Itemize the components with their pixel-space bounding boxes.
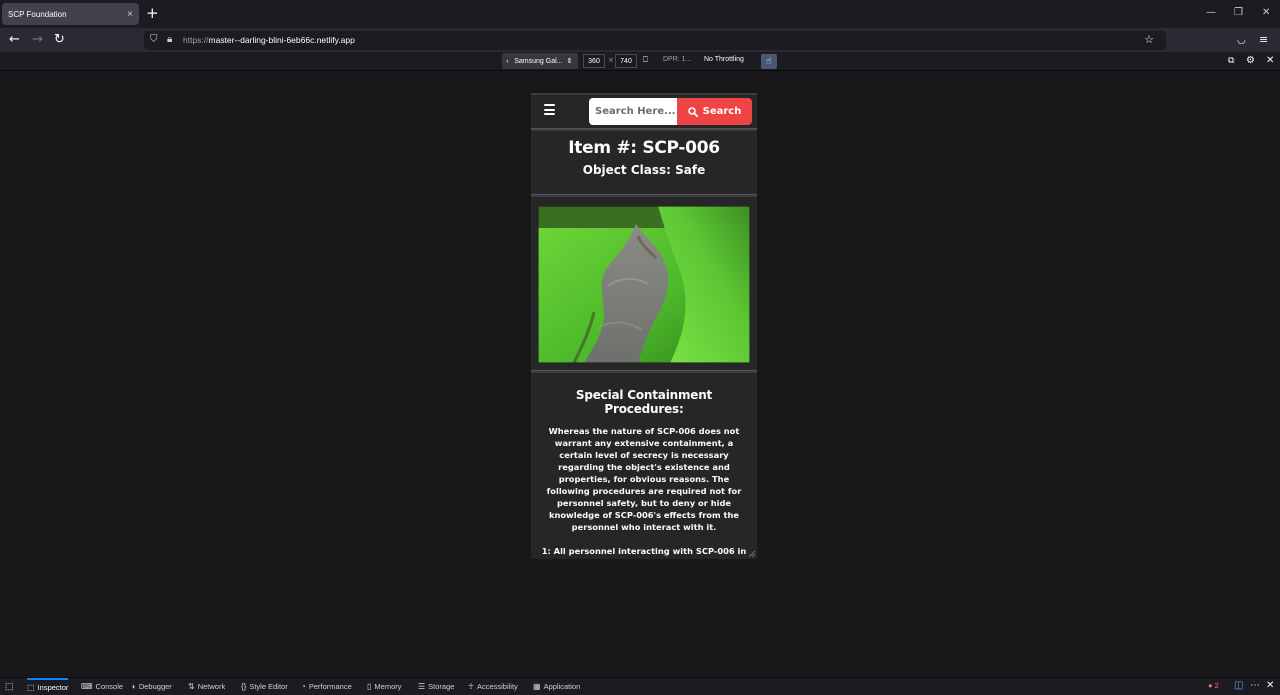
back-icon[interactable]: ← <box>9 32 20 48</box>
touch-icon: ☝ <box>766 56 772 67</box>
viewport-area: Search Item #: SCP-006 Object Class: Saf… <box>0 71 1280 677</box>
devtools-tab-console[interactable]: ⌨ Console <box>81 678 123 695</box>
lock-icon[interactable]: 🔒︎ <box>167 34 172 45</box>
devtools-toolbar: ⬚ ⬚ Inspector ⌨ Console ◖ Debugger ⇅ Network{} S… <box>0 677 1280 695</box>
responsive-design-toolbar: ◐ Samsung Gal... ⇕ 360 × 740 ⎕ DPR: 1...… <box>0 52 1280 71</box>
search-icon <box>687 106 698 117</box>
dpr-selector[interactable]: DPR: 1... <box>663 56 691 63</box>
scp-006-photo <box>538 206 750 363</box>
devtools-tab-label: Debugger <box>138 682 172 691</box>
close-devtools-icon[interactable]: ✕ <box>1266 680 1274 691</box>
restore-icon[interactable]: ❐ <box>1234 7 1243 18</box>
devtools-tab-label: Application <box>543 682 581 691</box>
chevron-updown-icon: ⇕ <box>566 58 573 65</box>
bookmark-star-icon[interactable]: ☆ <box>1144 33 1154 46</box>
devtools-tab-accessibility[interactable]: ☥ Accessibility <box>468 678 518 695</box>
close-window-icon[interactable]: ✕ <box>1262 7 1270 18</box>
application-icon: ▦ <box>533 682 541 691</box>
search-input[interactable] <box>589 98 678 125</box>
search-button-label: Search <box>702 106 742 117</box>
more-options-icon[interactable]: ⋯ <box>1250 680 1260 691</box>
screenshot-icon[interactable]: ⧉ <box>1228 56 1234 66</box>
viewport-height-input[interactable]: 740 <box>615 54 637 68</box>
dimension-separator: × <box>608 56 614 64</box>
title-divider <box>531 194 757 197</box>
touch-simulation-button[interactable]: ☝ <box>761 54 777 69</box>
hamburger-menu-icon[interactable] <box>544 104 555 118</box>
object-class: Object Class: Safe <box>582 163 706 177</box>
devtools-tab-label: Console <box>95 682 124 691</box>
devtools-tab-network[interactable]: ⇅ Network <box>188 678 225 695</box>
device-selector[interactable]: ◐ Samsung Gal... ⇕ <box>502 53 578 69</box>
devtools-tab-memory[interactable]: ▯ Memory <box>367 678 402 695</box>
browser-tab[interactable]: SCP Foundation × <box>2 3 139 25</box>
close-tab-icon[interactable]: × <box>127 9 133 20</box>
tracking-shield-icon[interactable]: ⛉ <box>150 34 158 45</box>
throttling-selector[interactable]: No Throttling <box>704 56 744 63</box>
devtools-tab-style-editor[interactable]: {} Style Editor <box>241 678 288 695</box>
accessibility-icon: ☥ <box>468 682 474 691</box>
element-picker-icon[interactable]: ⬚ <box>5 681 14 692</box>
dock-icon[interactable]: ◫ <box>1234 680 1243 691</box>
performance-icon: ◔ <box>301 682 306 691</box>
procedures-paragraph-2: 1: All personnel interacting with SCP-00… <box>541 546 747 559</box>
devtools-tab-inspector[interactable]: ⬚ Inspector <box>27 678 69 695</box>
item-title: Item #: SCP-006 <box>568 138 720 158</box>
url-bar[interactable]: ⛉ 🔒︎ https://master--darling-blini-6eb66… <box>144 31 1166 50</box>
inspector-icon: ⬚ <box>27 683 35 692</box>
site-header: Search <box>531 95 757 129</box>
procedures-paragraph-1: Whereas the nature of SCP-006 does not w… <box>546 426 742 532</box>
forward-icon[interactable]: → <box>32 32 43 48</box>
image-divider <box>531 370 757 373</box>
device-viewport: Search Item #: SCP-006 Object Class: Saf… <box>531 93 757 559</box>
error-count: 2 <box>1214 681 1219 690</box>
device-icon: ◐ <box>506 57 511 65</box>
url-scheme: https:// <box>183 35 209 45</box>
item-heading: Item #: SCP-006 Object Class: Safe <box>531 131 757 193</box>
devtools-tab-label: Inspector <box>37 683 69 692</box>
stream-image <box>538 206 750 363</box>
style-editor-icon: {} <box>241 682 247 691</box>
search-button[interactable]: Search <box>677 98 752 125</box>
devtools-tab-storage[interactable]: ☰ Storage <box>418 678 454 695</box>
minimize-icon[interactable]: — <box>1206 7 1216 18</box>
close-rdm-icon[interactable]: ✕ <box>1266 55 1274 66</box>
error-count-badge[interactable]: ● 2 <box>1208 681 1219 690</box>
devtools-tab-label: Storage <box>428 682 455 691</box>
devtools-tab-application[interactable]: ▦ Application <box>533 678 580 695</box>
devtools-tab-label: Network <box>197 682 226 691</box>
url-host: master--darling-blini-6eb66c.netlify.app <box>208 35 355 45</box>
devtools-tab-label: Accessibility <box>476 682 518 691</box>
devtools-tab-label: Memory <box>374 682 402 691</box>
storage-icon: ☰ <box>418 682 426 691</box>
network-icon: ⇅ <box>188 682 195 691</box>
procedures-heading: Special Containment Procedures: <box>575 388 713 416</box>
tab-strip: SCP Foundation × + — ❐ ✕ <box>0 0 1280 28</box>
url-text[interactable]: https://master--darling-blini-6eb66c.net… <box>183 35 355 45</box>
menu-icon[interactable]: ≡ <box>1259 32 1268 48</box>
device-name: Samsung Gal... <box>514 57 563 65</box>
devtools-tab-label: Style Editor <box>249 682 288 691</box>
tab-title: SCP Foundation <box>8 9 67 19</box>
devtools-tab-label: Performance <box>308 682 352 691</box>
viewport-width-input[interactable]: 360 <box>583 54 605 68</box>
navigation-toolbar: ← → ↻ ⛉ 🔒︎ https://master--darling-blini… <box>0 28 1280 52</box>
console-icon: ⌨ <box>81 682 93 691</box>
containment-section: Special Containment Procedures: Whereas … <box>531 377 757 559</box>
resize-handle-icon[interactable] <box>748 550 756 558</box>
devtools-tab-debugger[interactable]: ◖ Debugger <box>131 678 172 695</box>
debugger-icon: ◖ <box>131 682 136 691</box>
new-tab-button[interactable]: + <box>146 4 159 22</box>
devtools-tab-performance[interactable]: ◔ Performance <box>301 678 352 695</box>
memory-icon: ▯ <box>367 682 372 691</box>
pocket-icon[interactable]: ◡ <box>1237 33 1246 49</box>
settings-gear-icon[interactable]: ⚙ <box>1246 55 1255 66</box>
rotate-icon[interactable]: ⎕ <box>643 55 648 65</box>
reload-icon[interactable]: ↻ <box>54 32 65 48</box>
